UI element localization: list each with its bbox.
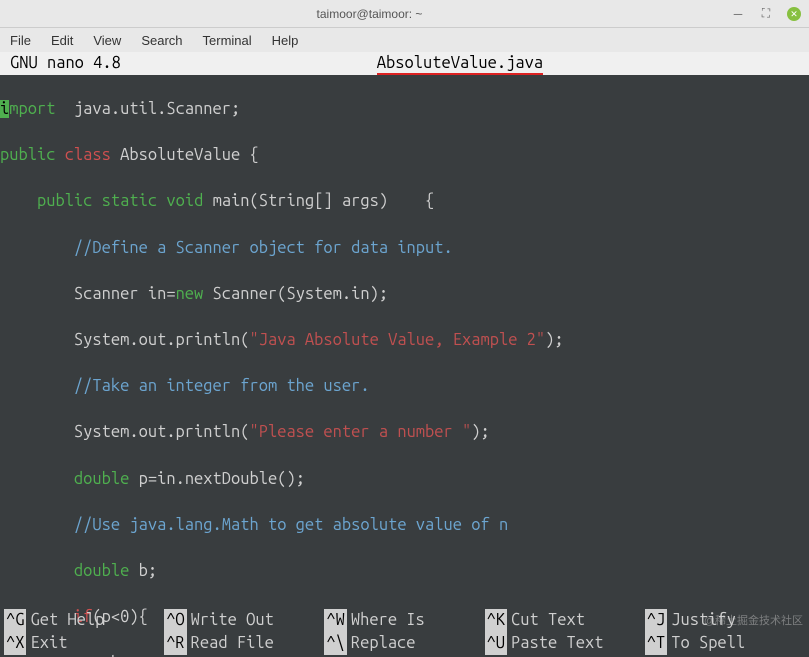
shortcut-spell[interactable]: ^TTo Spell <box>645 632 805 655</box>
minimize-button[interactable]: ─ <box>731 7 745 21</box>
shortcut-help[interactable]: ^GGet Help <box>4 609 164 632</box>
shortcut-whereis[interactable]: ^WWhere Is <box>324 609 484 632</box>
menu-file[interactable]: File <box>10 33 31 48</box>
shortcut-justify[interactable]: ^JJustify <box>645 609 805 632</box>
cursor: i <box>0 100 9 118</box>
terminal[interactable]: GNU nano 4.8 AbsoluteValue.java import j… <box>0 52 809 657</box>
nano-app-name: GNU nano 4.8 <box>10 52 121 75</box>
menubar: File Edit View Search Terminal Help <box>0 28 809 52</box>
menu-terminal[interactable]: Terminal <box>203 33 252 48</box>
shortcut-readfile[interactable]: ^RRead File <box>164 632 324 655</box>
shortcut-replace[interactable]: ^\Replace <box>324 632 484 655</box>
titlebar: taimoor@taimoor: ~ ─ ⛶ ✕ <box>0 0 809 28</box>
close-button[interactable]: ✕ <box>787 7 801 21</box>
nano-header: GNU nano 4.8 AbsoluteValue.java <box>0 52 809 75</box>
menu-edit[interactable]: Edit <box>51 33 73 48</box>
shortcut-cut[interactable]: ^KCut Text <box>485 609 645 632</box>
menu-help[interactable]: Help <box>272 33 299 48</box>
code-editor[interactable]: import java.util.Scanner; public class A… <box>0 75 809 657</box>
menu-view[interactable]: View <box>93 33 121 48</box>
window-controls: ─ ⛶ ✕ <box>731 7 801 21</box>
shortcut-paste[interactable]: ^UPaste Text <box>485 632 645 655</box>
menu-search[interactable]: Search <box>141 33 182 48</box>
nano-filename: AbsoluteValue.java <box>121 52 799 75</box>
window-title: taimoor@taimoor: ~ <box>8 7 731 21</box>
shortcut-exit[interactable]: ^XExit <box>4 632 164 655</box>
maximize-button[interactable]: ⛶ <box>759 7 773 21</box>
nano-shortcuts: ^GGet Help ^OWrite Out ^WWhere Is ^KCut … <box>0 607 809 657</box>
shortcut-writeout[interactable]: ^OWrite Out <box>164 609 324 632</box>
